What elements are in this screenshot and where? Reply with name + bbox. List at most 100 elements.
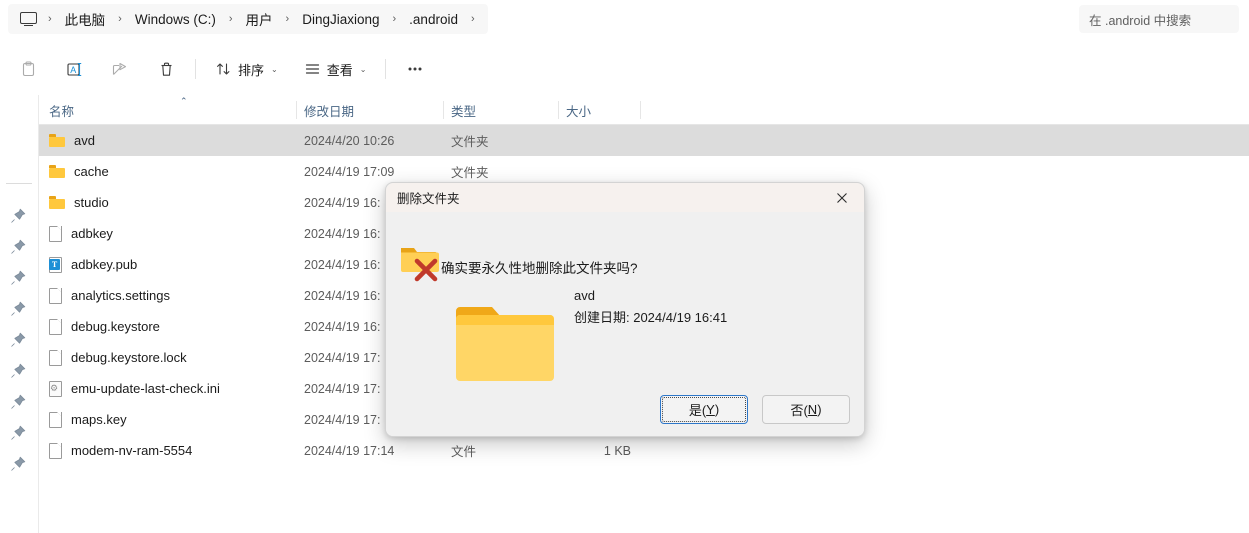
breadcrumb-item-this-pc[interactable]: 此电脑: [59, 6, 112, 32]
breadcrumb-item-users[interactable]: 用户: [240, 6, 279, 32]
toolbar-divider: [385, 59, 387, 79]
column-header-date[interactable]: 修改日期: [304, 95, 443, 125]
view-button[interactable]: 查看 ⌄: [296, 53, 375, 85]
folder-icon: [49, 165, 65, 178]
file-date: 2024/4/19 16:: [304, 288, 381, 303]
file-date: 2024/4/19 16:: [304, 226, 381, 241]
breadcrumb-item-dingjiaxiong[interactable]: DingJiaxiong: [296, 9, 385, 30]
monitor-icon: [20, 11, 37, 27]
address-bar: › 此电脑 › Windows (C:) › 用户 › DingJiaxiong…: [0, 0, 1249, 38]
more-button[interactable]: [397, 53, 433, 85]
file-date: 2024/4/19 17:09: [304, 164, 395, 179]
pin-icon[interactable]: [9, 455, 27, 473]
column-divider[interactable]: [296, 101, 297, 119]
file-name-cell: avd: [49, 133, 299, 148]
file-type: 文件夹: [451, 135, 489, 149]
column-header-size[interactable]: 大小: [566, 95, 640, 125]
file-date: 2024/4/19 16:: [304, 257, 381, 272]
text-file-icon: T: [49, 256, 62, 273]
column-header-name[interactable]: 名称 ⌃: [49, 95, 296, 125]
file-date: 2024/4/19 16:: [304, 195, 381, 210]
pin-icon[interactable]: [9, 300, 27, 318]
yes-button[interactable]: 是(Y): [660, 395, 748, 424]
file-size: 1 KB: [603, 443, 631, 458]
trash-icon: [161, 62, 171, 76]
sort-label: 排序: [238, 62, 265, 78]
file-date: 2024/4/19 17:: [304, 412, 381, 427]
no-button[interactable]: 否(N): [762, 395, 850, 424]
chevron-down-icon: ⌄: [271, 64, 278, 74]
rename-icon: A: [66, 62, 81, 76]
column-divider[interactable]: [558, 101, 559, 119]
search-input[interactable]: 在 .android 中搜索: [1079, 5, 1239, 33]
view-label: 查看: [326, 62, 353, 78]
file-name-cell: debug.keystore: [49, 318, 299, 335]
table-row[interactable]: avd 2024/4/20 10:26 文件夹: [39, 125, 1249, 156]
column-divider[interactable]: [443, 101, 444, 119]
column-header-type-label: 类型: [451, 104, 477, 119]
folder-icon: [49, 134, 65, 147]
breadcrumb-item-android[interactable]: .android: [403, 9, 464, 30]
file-name-cell: debug.keystore.lock: [49, 349, 299, 366]
column-headers: 名称 ⌃ 修改日期 类型 大小: [39, 95, 1249, 125]
toolbar-divider: [195, 59, 196, 79]
file-date: 2024/4/19 17:14: [304, 443, 395, 458]
pin-icon[interactable]: [9, 207, 27, 225]
svg-text:A: A: [70, 65, 76, 75]
search-placeholder: 在 .android 中搜索: [1089, 13, 1192, 28]
sort-button[interactable]: 排序 ⌄: [207, 53, 286, 85]
file-name-cell: maps.key: [49, 411, 299, 428]
breadcrumb-item-windows-c[interactable]: Windows (C:): [129, 9, 222, 30]
file-name: maps.key: [71, 412, 127, 427]
file-date: 2024/4/20 10:26: [304, 133, 395, 148]
close-button[interactable]: [820, 183, 864, 212]
file-name: emu-update-last-check.ini: [71, 381, 220, 396]
pin-icon[interactable]: [9, 331, 27, 349]
file-icon: [49, 287, 62, 304]
chevron-down-icon: ⌄: [359, 64, 367, 74]
column-header-type[interactable]: 类型: [451, 95, 558, 125]
file-type: 文件: [451, 445, 477, 459]
file-date: 2024/4/19 17:: [304, 381, 381, 396]
dialog-body: 确实要永久性地删除此文件夹吗? avd 创建日期: 2024/4/19 16:4…: [386, 212, 864, 436]
file-name: debug.keystore.lock: [71, 350, 187, 365]
sort-arrows-icon: [217, 63, 230, 75]
pin-icon[interactable]: [9, 238, 27, 256]
yes-button-wrap: 是(Y): [660, 395, 748, 424]
breadcrumb-separator: ›: [392, 13, 397, 25]
file-date: 2024/4/19 16:: [304, 319, 381, 334]
file-name: analytics.settings: [71, 288, 170, 303]
no-button-wrap: 否(N): [762, 395, 850, 424]
pin-icon[interactable]: [9, 424, 27, 442]
dialog-item-name: avd: [574, 288, 595, 303]
dialog-button-row: 是(Y) 否(N): [660, 395, 850, 424]
delete-button[interactable]: [148, 53, 184, 85]
file-explorer-window: › 此电脑 › Windows (C:) › 用户 › DingJiaxiong…: [0, 0, 1249, 533]
paste-button[interactable]: [10, 53, 46, 85]
dialog-title: 删除文件夹: [397, 192, 460, 206]
toolbar: A 排序 ⌄ 查看 ⌄: [0, 46, 1249, 92]
breadcrumb[interactable]: › 此电脑 › Windows (C:) › 用户 › DingJiaxiong…: [8, 4, 488, 34]
pin-icon[interactable]: [9, 393, 27, 411]
yes-button-label-prefix: 是(: [688, 403, 707, 418]
file-name-cell: modem-nv-ram-5554: [49, 442, 299, 459]
breadcrumb-separator: ›: [470, 13, 475, 25]
file-type: 文件夹: [451, 166, 489, 180]
file-name-cell: studio: [49, 195, 299, 210]
navigation-pane[interactable]: [0, 95, 38, 533]
pin-icon[interactable]: [9, 269, 27, 287]
file-icon: [49, 411, 62, 428]
table-row[interactable]: modem-nv-ram-5554 2024/4/19 17:14 文件 1 K…: [39, 435, 1249, 466]
ini-file-icon: ⚙: [49, 380, 62, 397]
pin-icon[interactable]: [9, 362, 27, 380]
dialog-question: 确实要永久性地删除此文件夹吗?: [441, 261, 638, 276]
no-button-accelerator: N: [807, 402, 818, 417]
column-divider[interactable]: [640, 101, 641, 119]
file-icon: [49, 442, 62, 459]
file-name-cell: T adbkey.pub: [49, 256, 299, 273]
rename-button[interactable]: A: [56, 53, 92, 85]
share-button[interactable]: [102, 53, 138, 85]
file-name-cell: analytics.settings: [49, 287, 299, 304]
breadcrumb-separator: ›: [118, 13, 122, 25]
file-name-cell: adbkey: [49, 225, 299, 242]
